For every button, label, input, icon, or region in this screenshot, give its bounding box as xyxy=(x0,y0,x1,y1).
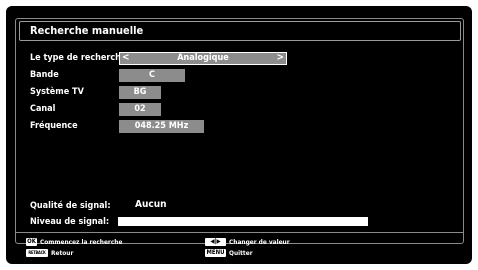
ok-key-icon: OK xyxy=(26,238,37,246)
channel-label: Canal xyxy=(30,104,56,114)
chevron-right-icon[interactable]: > xyxy=(276,52,284,64)
band-label: Bande xyxy=(30,70,59,80)
page-title: Recherche manuelle xyxy=(30,24,144,37)
search-type-selector[interactable]: < Analogique > xyxy=(119,52,287,65)
frequency-label: Fréquence xyxy=(30,121,78,131)
signal-level-label: Niveau de signal: xyxy=(30,217,110,227)
footer-separator xyxy=(15,232,464,233)
frequency-value[interactable]: 048.25 MHz xyxy=(119,120,204,133)
tv-system-value[interactable]: BG xyxy=(119,86,161,99)
back-hint: Retour xyxy=(51,249,74,257)
menu-hint: Quitter xyxy=(229,249,253,257)
search-type-value: Analogique xyxy=(177,53,229,63)
title-bar: Recherche manuelle xyxy=(19,21,461,41)
channel-value[interactable]: 02 xyxy=(119,103,161,116)
left-right-keys-icon: ◀|▶ xyxy=(205,238,226,246)
signal-level-bar xyxy=(118,217,368,226)
tv-system-label: Système TV xyxy=(30,87,84,97)
signal-quality-label: Qualité de signal: xyxy=(30,201,111,211)
search-type-label: Le type de recherche xyxy=(30,53,127,63)
band-value[interactable]: C xyxy=(119,69,185,82)
change-value-hint: Changer de valeur xyxy=(229,238,290,246)
back-key-icon: RETBACK xyxy=(26,249,48,257)
menu-key-icon: MENU xyxy=(205,249,226,257)
signal-quality-value: Aucun xyxy=(135,199,167,210)
ok-hint: Commencez la recherche xyxy=(40,238,123,246)
